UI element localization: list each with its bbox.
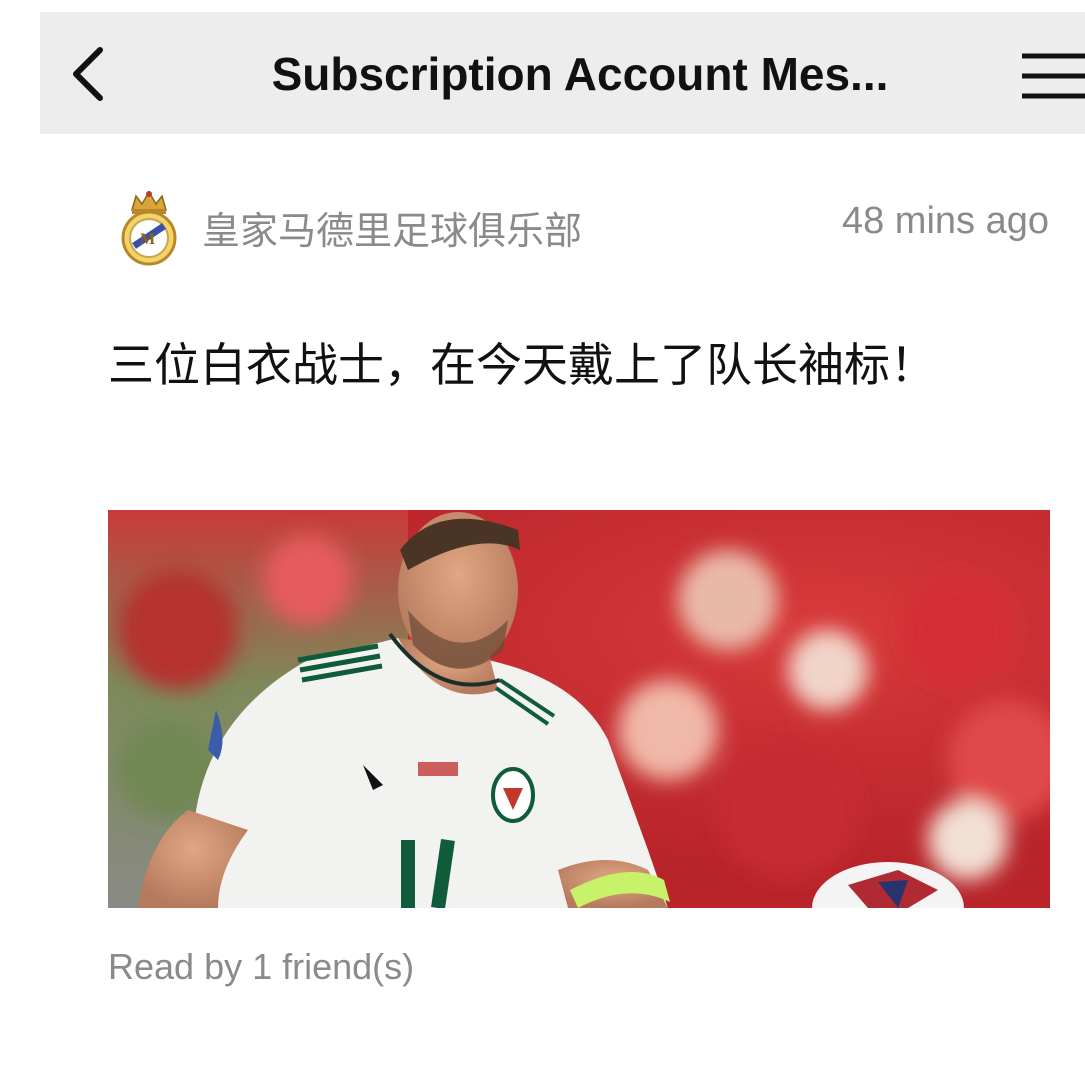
cover-photo: [108, 510, 1050, 908]
real-madrid-crest-icon: M: [121, 190, 177, 266]
article-cover-image[interactable]: [108, 510, 1050, 908]
navigation-bar: Subscription Account Mes...: [40, 12, 1085, 134]
back-button[interactable]: [64, 44, 116, 104]
read-by-friends: Read by 1 friend(s): [108, 946, 415, 987]
hamburger-menu-icon: [1022, 53, 1085, 99]
account-avatar[interactable]: M: [120, 190, 178, 266]
message-timestamp: 48 mins ago: [841, 200, 1049, 242]
svg-text:M: M: [140, 231, 155, 248]
more-menu-button[interactable]: [1016, 52, 1085, 100]
chevron-left-icon: [73, 47, 103, 101]
account-name[interactable]: 皇家马德里足球俱乐部: [202, 200, 582, 255]
page-title: Subscription Account Mes...: [271, 48, 889, 100]
article-message-card[interactable]: M 皇家马德里足球俱乐部 48 mins ago 三位白衣战士，在今天戴上了队长…: [40, 134, 1085, 1075]
article-title[interactable]: 三位白衣战士，在今天戴上了队长袖标！: [108, 332, 988, 398]
left-margin: [0, 0, 40, 1075]
app-window: Subscription Account Mes... M 皇家马德里足球俱乐部…: [40, 12, 1085, 1075]
top-margin: [0, 0, 1085, 12]
